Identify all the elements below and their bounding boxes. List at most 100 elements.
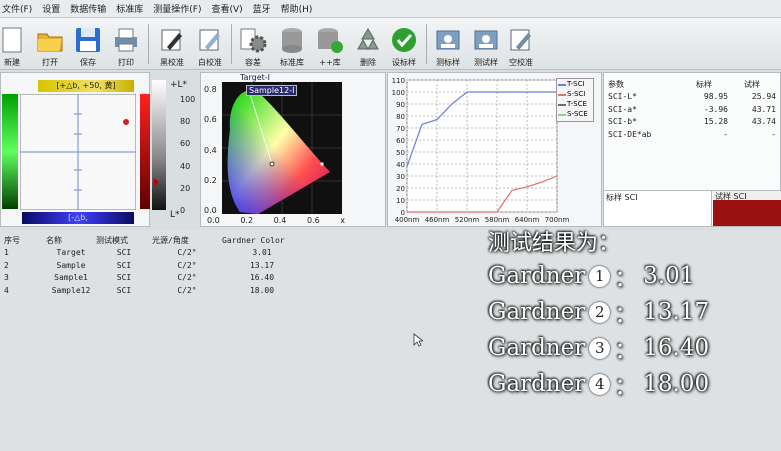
measure-standard-icon [436,30,460,50]
folder-open-icon [37,33,63,52]
tolerance-button[interactable]: 容差 [233,20,273,68]
gardner-line: Gardner 2： 13.17 [488,299,710,328]
menu-measure[interactable]: 测量操作(F) [153,2,201,15]
menu-bar: 文件(F) 设置 数据传输 标准库 测量操作(F) 查看(V) 蓝牙 帮助(H) [0,0,781,18]
delta-b-top-label: [+△b, +50, 黄] [38,80,134,92]
menu-data-transfer[interactable]: 数据传输 [70,2,106,15]
open-button[interactable]: 打开 [30,20,70,68]
y-tick-label: 50 [396,149,405,157]
standard-library-button[interactable]: 标准库 [272,20,312,68]
table-row[interactable]: 4 Sample12 SCI C/2° 18.00 [4,284,302,297]
l-bottom-label: L* [170,210,180,220]
y-tick-label: 80 [396,113,405,121]
stats-table: 参数 标样 试样 SCI-L* 98.95 25.94 SCI-a* -3.96… [608,78,776,141]
delta-a-red-bar [140,94,150,209]
overlay-title: 测试结果为： [488,231,621,256]
y-tick-label: 10 [396,197,405,205]
tolerance-gear-icon [240,28,267,53]
y-tick-label: 70 [396,125,405,133]
menu-standard-library[interactable]: 标准库 [116,2,143,15]
x-tick-label: 400nm [395,216,420,224]
x-tick-label: 640nm [515,216,540,224]
x-tick-label: 580nm [485,216,510,224]
chroma-y-ticks: 0.8 0.6 0.4 0.2 0.0 [204,85,217,215]
x-tick-label: 700nm [545,216,570,224]
printer-icon [115,28,137,52]
empty-calibration-button[interactable]: 空校准 [501,20,541,68]
chroma-x-ticks: 0.0 0.2 0.4 0.6 x [207,216,345,225]
print-button[interactable]: 打印 [106,20,146,68]
measure-standard-button[interactable]: 测标样 [428,20,468,68]
chroma-point-label: Target-I [240,73,270,82]
table-row[interactable]: 3 Sample1 SCI C/2° 16.40 [4,272,302,285]
delta-a-green-bar [2,94,18,209]
y-tick-label: 60 [396,137,405,145]
chroma-point [269,161,275,167]
sample-swatch-color [713,200,781,226]
delta-b-bottom-label: [-△b, [22,212,134,224]
database-icon [282,28,302,53]
spectrum-legend: T-SCI S-SCI T-SCE S-SCE [556,78,594,122]
new-document-icon [2,27,22,53]
delete-button[interactable]: 删除 [348,20,388,68]
stats-row: SCI-DE*ab - - [608,129,776,139]
menu-help[interactable]: 帮助(H) [281,2,313,15]
x-tick-label: 460nm [425,216,450,224]
set-standard-button[interactable]: 设标样 [384,20,424,68]
menu-file[interactable]: 文件(F) [2,2,32,15]
legend-item: T-SCE [557,99,593,109]
toolbar-separator [231,24,232,64]
toolbar-separator [426,24,427,64]
table-row[interactable]: 2 Sample SCI C/2° 13.17 [4,259,302,272]
new-button[interactable]: 新建 [0,20,32,68]
l-top-label: +L* [170,80,188,90]
y-tick-label: 20 [396,185,405,193]
legend-item: S-SCI [557,89,593,99]
y-tick-label: 30 [396,173,405,181]
stats-row: SCI-a* -3.96 43.71 [608,104,776,114]
y-tick-label: 90 [396,101,405,109]
save-disk-icon [76,28,100,52]
plot-area [406,79,558,213]
menu-settings[interactable]: 设置 [42,2,60,15]
gardner-line: Gardner 1： 3.01 [488,263,695,292]
database-add-icon [318,28,343,53]
stats-row: SCI-b* 15.28 43.74 [608,117,776,127]
stats-row: SCI-L* 98.95 25.94 [608,92,776,102]
measure-sample-button[interactable]: 测试样 [466,20,506,68]
toolbar-separator [148,24,149,64]
chroma-point-label: Sample12-I [246,85,298,96]
legend-item: T-SCI [557,79,593,89]
sample-swatch: 试样 SCI [713,191,781,226]
gardner-line: Gardner 3： 16.40 [488,335,710,364]
standard-swatch: 标样 SCI [604,191,712,226]
results-table: 序号 名称 测试模式 光源/角度 Gardner Color 1 Target … [4,234,302,297]
table-row[interactable]: 1 Target SCI C/2° 3.01 [4,247,302,260]
x-tick-label: 520nm [455,216,480,224]
sample-point [123,119,129,125]
y-tick-label: 110 [392,77,405,85]
black-calibration-icon [161,29,182,51]
menu-view[interactable]: 查看(V) [211,2,242,15]
white-calibration-icon [199,29,220,51]
result-overlay: 测试结果为： Gardner 1： 3.01 Gardner 2： 13.17 Gard… [488,224,709,402]
gardner-line: Gardner 4： 18.00 [488,371,710,400]
legend-item: S-SCE [557,109,593,119]
recycle-delete-icon [357,28,379,50]
y-tick-label: 40 [396,161,405,169]
measure-sample-icon [474,30,498,50]
black-calibration-button[interactable]: 黑校准 [152,20,192,68]
add-library-button[interactable]: ++库 [310,20,350,68]
delta-ab-plot [20,94,136,210]
y-tick-label: 100 [392,89,405,97]
lightness-bar [152,80,166,210]
save-button[interactable]: 保存 [68,20,108,68]
chroma-point [320,162,324,166]
white-calibration-button[interactable]: 白校准 [190,20,230,68]
empty-calibration-icon [510,29,531,51]
l-marker [154,178,159,186]
chromaticity-diagram [222,82,342,214]
mouse-cursor-icon [413,333,423,347]
menu-bluetooth[interactable]: 蓝牙 [253,2,271,15]
stats-header-row: 参数 标样 试样 [608,79,760,89]
